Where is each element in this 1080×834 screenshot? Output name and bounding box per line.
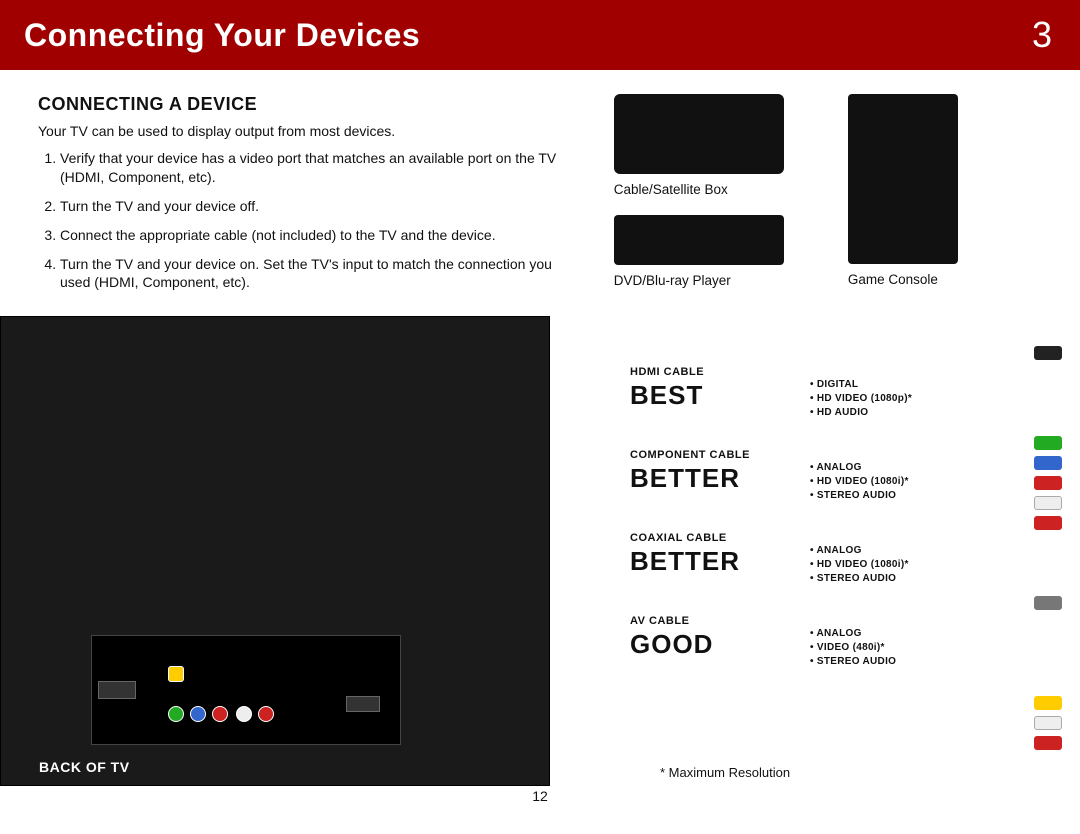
cable-quality-column: HDMI CABLE • DIGITAL • HD VIDEO (1080p)*… [630,366,930,698]
game-console-icon [848,94,958,264]
diagram-area: BACK OF TV HDMI CABLE • DIGITAL • HD VID… [0,316,1080,786]
cable-box-label: Cable/Satellite Box [614,182,818,197]
chapter-banner: Connecting Your Devices 3 [0,0,1080,70]
back-of-tv-label: BACK OF TV [39,759,130,775]
cable-features: • ANALOG • HD VIDEO (1080i)* • STEREO AU… [810,544,909,586]
chapter-title: Connecting Your Devices [24,17,420,54]
port-hdmi [98,681,136,699]
port-audio-l [236,706,252,722]
cable-name: AV CABLE [630,615,930,627]
intro-text: Your TV can be used to display output fr… [38,123,574,139]
cable-features: • ANALOG • VIDEO (480i)* • STEREO AUDIO [810,627,896,669]
game-console-label: Game Console [848,272,1052,287]
chapter-number: 3 [1032,14,1052,56]
cable-name: HDMI CABLE [630,366,930,378]
av-plugs-icon [1034,696,1062,750]
port-usb [346,696,380,712]
footnote: * Maximum Resolution [660,765,790,780]
coax-plug-icon [1034,596,1062,610]
devices-column: Cable/Satellite Box DVD/Blu-ray Player G… [614,94,1052,306]
cable-row-coax: COAXIAL CABLE • ANALOG • HD VIDEO (1080i… [630,532,930,577]
section-heading: CONNECTING A DEVICE [38,94,574,115]
cable-features: • DIGITAL • HD VIDEO (1080p)* • HD AUDIO [810,378,912,420]
tv-back-panel: BACK OF TV [0,316,550,786]
port-av-video [168,666,184,682]
port-audio-r [258,706,274,722]
cable-row-hdmi: HDMI CABLE • DIGITAL • HD VIDEO (1080p)*… [630,366,930,411]
port-component-y [168,706,184,722]
page-number: 12 [0,786,1080,804]
cable-row-component: COMPONENT CABLE • ANALOG • HD VIDEO (108… [630,449,930,494]
port-component-pr [212,706,228,722]
port-component-pb [190,706,206,722]
port-panel [91,635,401,745]
bluray-label: DVD/Blu-ray Player [614,273,818,288]
cable-name: COMPONENT CABLE [630,449,930,461]
bluray-icon [614,215,784,265]
step-1: Verify that your device has a video port… [60,149,574,187]
steps-list: Verify that your device has a video port… [38,149,574,292]
step-2: Turn the TV and your device off. [60,197,574,216]
component-plugs-icon [1034,436,1062,530]
content-row: CONNECTING A DEVICE Your TV can be used … [0,70,1080,316]
step-3: Connect the appropriate cable (not inclu… [60,226,574,245]
hdmi-plug-icon [1034,346,1062,360]
cable-row-av: AV CABLE • ANALOG • VIDEO (480i)* • STER… [630,615,930,660]
instructions-column: CONNECTING A DEVICE Your TV can be used … [38,94,574,306]
cable-box-icon [614,94,784,174]
step-4: Turn the TV and your device on. Set the … [60,255,574,293]
cable-name: COAXIAL CABLE [630,532,930,544]
cable-features: • ANALOG • HD VIDEO (1080i)* • STEREO AU… [810,461,909,503]
